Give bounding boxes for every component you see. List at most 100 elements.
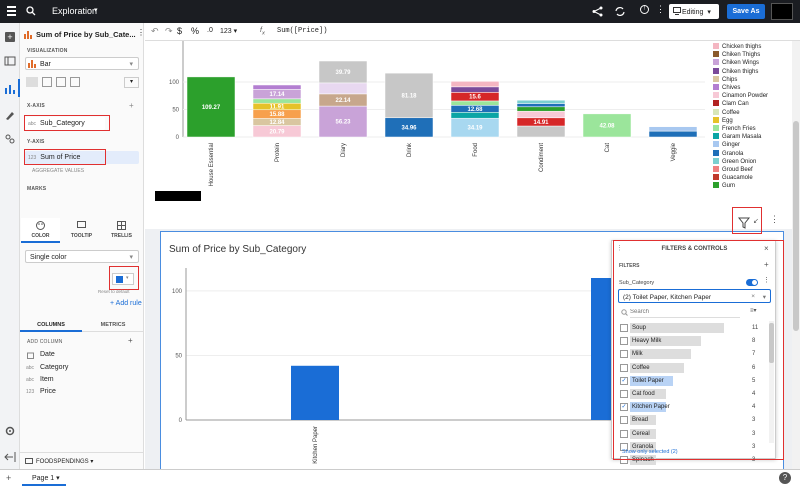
tab-metrics[interactable]: METRICS <box>82 318 144 332</box>
column-category[interactable]: abc Category <box>26 364 68 371</box>
legend-item[interactable]: Egg <box>713 116 733 125</box>
gear-icon[interactable] <box>4 425 16 437</box>
number-format-select[interactable]: 123 ▾ <box>220 27 237 35</box>
data-label: 39.79 <box>335 70 351 76</box>
reset-to-default-link[interactable]: Reset to default <box>98 289 130 294</box>
source-selector[interactable]: FOODSPENDINGS ▾ <box>20 452 144 469</box>
element-title[interactable]: Sum of Price by Sub_Cate... <box>36 30 136 39</box>
help-icon[interactable]: ? <box>779 472 791 484</box>
bar-segment <box>516 99 566 104</box>
orientation-group-icon[interactable] <box>56 77 66 87</box>
orientation-dropdown-icon[interactable]: ▾ <box>124 77 139 88</box>
properties-icon[interactable] <box>4 133 16 145</box>
legend-item[interactable]: Cinamon Powder <box>713 92 768 100</box>
add-xaxis-icon[interactable]: + <box>129 101 134 110</box>
share-icon[interactable] <box>592 6 603 17</box>
legend-swatch <box>713 100 719 107</box>
legend-item[interactable]: Garam Masala <box>713 133 761 141</box>
bar-segment <box>318 82 368 95</box>
legend-swatch <box>713 84 719 90</box>
bar-segment <box>516 125 566 138</box>
legend-swatch <box>713 75 719 82</box>
avatar[interactable] <box>771 3 793 20</box>
legend-item[interactable]: Chicken thighs <box>713 43 761 51</box>
x-tick-label: Diary <box>341 143 347 157</box>
undo-icon[interactable]: ↶ <box>151 26 159 37</box>
more-menu-icon[interactable]: ⋮ <box>656 4 665 15</box>
brush-icon[interactable] <box>4 109 16 121</box>
legend-item[interactable]: Coffee <box>713 108 740 117</box>
bar-segment <box>450 100 500 106</box>
format-percent-button[interactable]: % <box>191 26 199 36</box>
color-mode-select[interactable]: Single color ▾ <box>25 250 139 263</box>
legend-item[interactable]: Green Onion <box>713 157 756 166</box>
bar-segment <box>450 86 500 93</box>
legend-label: Clam Can <box>722 101 749 108</box>
tab-columns[interactable]: COLUMNS <box>20 318 82 332</box>
search-icon[interactable] <box>26 6 36 16</box>
viz-type-select[interactable]: Bar ▾ <box>25 57 139 70</box>
legend-swatch <box>713 51 719 58</box>
redacted-label <box>155 191 201 201</box>
legend-item[interactable]: Chiken thighs <box>713 67 758 76</box>
stacked-bar-svg: 100 50 0 109.27 House Essential 20.79 12.84 15.… <box>169 41 705 186</box>
data-label: 12.68 <box>467 107 483 113</box>
bar-icon <box>28 60 36 68</box>
data-label: 14.91 <box>533 120 549 126</box>
exploration-title[interactable]: Exploration <box>52 6 97 16</box>
legend-item[interactable]: Chiken Thighs <box>713 51 760 59</box>
legend-label: Coffee <box>722 109 740 116</box>
chevron-down-icon[interactable]: ▾ <box>94 6 98 14</box>
save-as-button[interactable]: Save As <box>727 4 765 19</box>
orientation-stack-icon[interactable] <box>42 77 52 87</box>
filters-highlight <box>613 240 784 460</box>
legend-item[interactable]: Guacamole <box>713 174 753 182</box>
bar-segment <box>252 98 302 104</box>
legend-item[interactable]: French Fries <box>713 125 756 133</box>
legend-item[interactable]: Clam Can <box>713 100 749 108</box>
bar-segment <box>648 130 698 138</box>
legend-label: Garam Masala <box>722 134 762 141</box>
legend-item[interactable]: Ginger <box>713 141 740 149</box>
aggregate-values-label[interactable]: AGGREGATE VALUES <box>32 168 84 174</box>
chart-more-icon[interactable]: ⋮ <box>770 214 779 225</box>
formula-input[interactable]: Sum([Price]) <box>277 27 327 35</box>
orientation-bar-icon[interactable] <box>26 77 38 87</box>
redo-icon[interactable]: ↷ <box>165 26 173 37</box>
legend-item[interactable]: Chives <box>713 84 740 92</box>
layers-icon[interactable] <box>4 55 16 67</box>
canvas-scrollbar[interactable] <box>792 41 800 469</box>
menu-icon[interactable] <box>7 6 16 16</box>
notification-badge-icon[interactable]: ! <box>640 5 649 14</box>
monitor-icon <box>673 7 681 15</box>
legend-item[interactable]: Gum <box>713 182 735 190</box>
legend-label: Groud Beef <box>722 167 753 173</box>
format-decimal-button[interactable]: .0 <box>207 27 213 34</box>
legend-item[interactable]: Chips <box>713 75 737 84</box>
data-label: 34.96 <box>401 125 417 131</box>
legend-swatch <box>713 43 719 49</box>
collapse-panel-icon[interactable] <box>4 451 16 463</box>
column-item[interactable]: abc Item <box>26 376 54 383</box>
xaxis-highlight <box>24 115 110 131</box>
bar-segment <box>516 110 566 119</box>
bar-segment <box>450 112 500 119</box>
left-rail: + <box>0 23 20 469</box>
add-rule-link[interactable]: + Add rule <box>110 300 142 307</box>
more-options-icon[interactable]: ⋮ <box>137 28 145 37</box>
visualization-icon[interactable] <box>4 83 16 95</box>
add-page-icon[interactable]: + <box>6 473 11 483</box>
legend-label: Chiken Thighs <box>722 52 761 59</box>
refresh-icon[interactable] <box>614 6 626 17</box>
legend-item[interactable]: Chiken Wings <box>713 59 759 67</box>
table-icon <box>25 458 33 464</box>
legend-item[interactable]: Granola <box>713 149 743 158</box>
add-icon[interactable]: + <box>5 32 15 42</box>
legend-item[interactable]: Groud Beef <box>713 166 753 174</box>
page-tab[interactable]: Page 1 ▾ <box>22 470 66 486</box>
format-currency-button[interactable]: $ <box>177 26 182 36</box>
stacked-bar-chart[interactable]: 100 50 0 109.27 House Essential 20.79 12.84 15.… <box>145 41 792 229</box>
add-column-icon[interactable]: + <box>128 336 133 345</box>
column-price[interactable]: 123 Price <box>26 388 56 395</box>
orientation-percent-icon[interactable] <box>70 77 80 87</box>
